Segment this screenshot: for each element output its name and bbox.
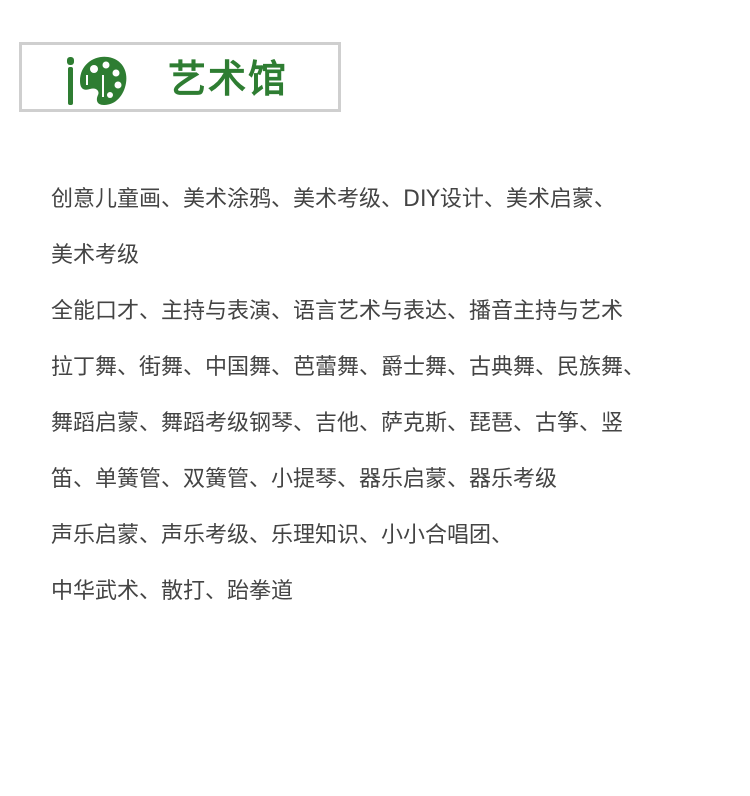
course-line: 舞蹈启蒙、舞蹈考级钢琴、吉他、萨克斯、琵琶、古筝、竖 — [51, 411, 624, 436]
palette-brush-icon — [66, 53, 130, 107]
course-line: 美术考级 — [51, 243, 140, 268]
course-list: 创意儿童画、美术涂鸦、美术考级、DIY设计、美术启蒙、 美术考级 全能口才、主持… — [51, 172, 731, 620]
course-line: 中华武术、散打、跆拳道 — [51, 579, 294, 604]
course-line: 全能口才、主持与表演、语言艺术与表达、播音主持与艺术 — [51, 299, 624, 324]
course-line: 笛、单簧管、双簧管、小提琴、器乐启蒙、器乐考级 — [51, 467, 558, 492]
course-line: 声乐启蒙、声乐考级、乐理知识、小小合唱团、 — [51, 523, 514, 548]
section-title: 艺术馆 — [168, 57, 289, 101]
section-header: 艺术馆 — [19, 42, 341, 112]
course-line: 创意儿童画、美术涂鸦、美术考级、DIY设计、美术启蒙、 — [51, 187, 616, 212]
course-line: 拉丁舞、街舞、中国舞、芭蕾舞、爵士舞、古典舞、民族舞、 — [51, 355, 646, 380]
